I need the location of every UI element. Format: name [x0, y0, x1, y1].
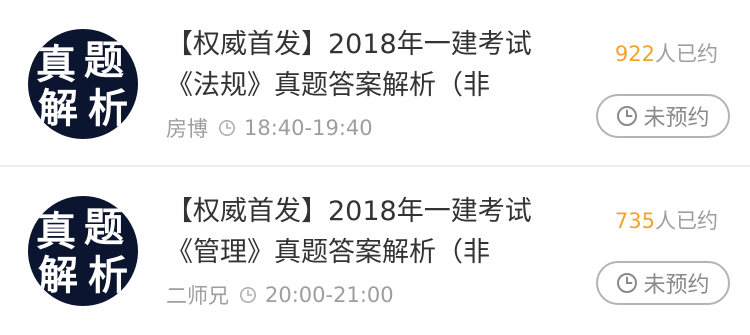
session-time: 20:00-21:00	[265, 283, 394, 307]
booked-number: 735	[614, 209, 655, 233]
thumbnail-char: 析	[88, 86, 128, 132]
reserve-button-label: 未预约	[643, 273, 710, 298]
lecturer-name: 二师兄	[166, 284, 229, 308]
clock-icon	[218, 119, 236, 137]
session-time: 18:40-19:40	[244, 116, 373, 140]
session-meta: 二师兄 20:00-21:00	[166, 279, 394, 311]
reserve-button-label: 未预约	[643, 106, 710, 131]
thumbnail-char: 解	[38, 86, 78, 132]
session-row[interactable]: 真 题 解 析 【权威首发】2018年一建考试《法规》真题答案解析（非 房博 1…	[0, 0, 750, 167]
booked-count: 922人已约	[615, 38, 718, 68]
session-thumbnail: 真 题 解 析	[28, 29, 138, 139]
booked-label: 人已约	[655, 209, 718, 233]
session-title[interactable]: 【权威首发】2018年一建考试《法规》真题答案解析（非	[166, 24, 566, 106]
thumbnail-char: 解	[38, 253, 78, 299]
live-session-list: 真 题 解 析 【权威首发】2018年一建考试《法规》真题答案解析（非 房博 1…	[0, 0, 750, 335]
clock-icon	[239, 286, 257, 304]
thumbnail-char: 真	[36, 42, 76, 88]
thumbnail-char: 真	[36, 209, 76, 255]
thumbnail-char: 题	[84, 38, 124, 84]
lecturer-name: 房博	[166, 117, 208, 141]
clock-icon	[617, 106, 638, 126]
session-title[interactable]: 【权威首发】2018年一建考试《管理》真题答案解析（非	[166, 191, 566, 273]
session-row[interactable]: 真 题 解 析 【权威首发】2018年一建考试《管理》真题答案解析（非 二师兄 …	[0, 167, 750, 332]
thumbnail-char: 析	[88, 253, 128, 299]
thumbnail-char: 题	[84, 205, 124, 251]
reserve-button[interactable]: 未预约	[596, 261, 730, 305]
clock-icon	[617, 273, 638, 293]
reserve-button[interactable]: 未预约	[596, 94, 730, 138]
booked-label: 人已约	[655, 42, 718, 66]
session-meta: 房博 18:40-19:40	[166, 112, 373, 144]
booked-count: 735人已约	[615, 205, 718, 235]
session-thumbnail: 真 题 解 析	[28, 196, 138, 306]
booked-number: 922	[614, 42, 655, 66]
